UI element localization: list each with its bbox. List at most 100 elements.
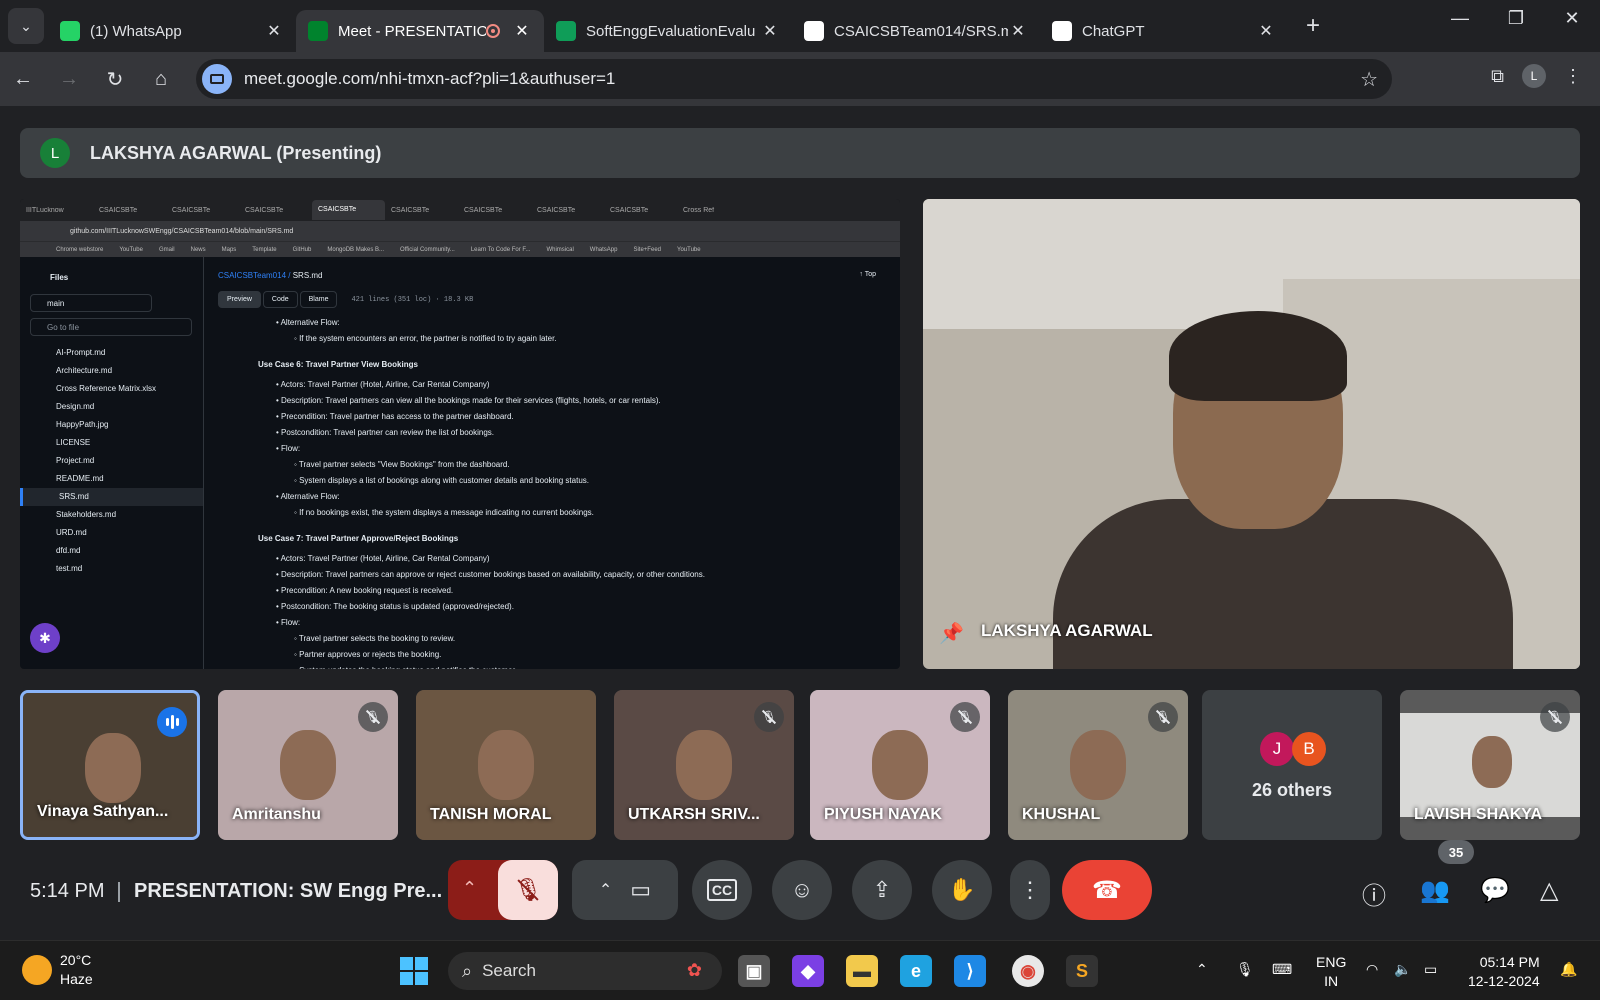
shared-bookmark: Learn To Code For F...	[470, 246, 531, 253]
muted-mic-icon: 🎙	[1540, 702, 1570, 732]
participant-name: TANISH MORAL	[430, 806, 552, 823]
minimize-button[interactable]: —	[1432, 8, 1488, 29]
doc-line: Description: Travel partners can approve…	[258, 567, 880, 583]
doc-line: Postcondition: The booking status is upd…	[258, 599, 880, 615]
extensions-icon[interactable]: ⧉	[1491, 66, 1504, 87]
meet-site-icon[interactable]	[202, 64, 232, 94]
forward-button[interactable]: →	[46, 68, 92, 91]
battery-icon[interactable]: ▭	[1424, 961, 1437, 978]
sublime-icon[interactable]: S	[1066, 955, 1098, 987]
pinned-participant-video[interactable]: 📌 LAKSHYA AGARWAL	[923, 199, 1580, 669]
browser-tab-title: (1) WhatsApp	[90, 22, 182, 40]
copilot-icon: ✱	[30, 623, 60, 653]
browser-tab[interactable]: CSAICSBTeam014/SRS.m ✕	[792, 10, 1040, 52]
profile-avatar[interactable]: L	[1522, 64, 1546, 88]
top-link: ↑ Top	[859, 271, 876, 278]
doc-line: Alternative Flow:	[258, 315, 880, 331]
volume-icon[interactable]: 🔈	[1394, 961, 1411, 978]
shared-breadcrumb: CSAICSBTeam014 / SRS.md	[218, 271, 323, 280]
shared-tab: CSAICSBTe	[172, 206, 211, 214]
browser-tab[interactable]: SoftEnggEvaluationEvalu ✕	[544, 10, 792, 52]
temperature: 20°C	[60, 952, 92, 968]
wifi-icon[interactable]: ◠	[1366, 961, 1378, 978]
back-button[interactable]: ←	[0, 68, 46, 91]
windows-start-icon[interactable]	[400, 957, 428, 985]
copilot-taskbar-icon[interactable]: ◆	[792, 955, 824, 987]
camera-toggle-button[interactable]: ▭	[630, 877, 651, 903]
participant-tile[interactable]: Vinaya Sathyan...	[20, 690, 200, 840]
others-tile[interactable]: J B 26 others	[1202, 690, 1382, 840]
doc-line: Precondition: Travel partner has access …	[258, 409, 880, 425]
url-text[interactable]: meet.google.com/nhi-tmxn-acf?pli=1&authu…	[244, 69, 615, 89]
shared-file-tree: Files main Go to file AI-Prompt.md Archit…	[20, 257, 204, 669]
restore-button[interactable]: ❐	[1488, 8, 1544, 29]
chat-icon[interactable]: 💬	[1480, 876, 1510, 905]
taskbar-search[interactable]: ⌕ Search ✿	[448, 952, 722, 990]
captions-button[interactable]: CC	[692, 860, 752, 920]
language-indicator[interactable]: ENG IN	[1316, 953, 1346, 991]
browser-tab[interactable]: (1) WhatsApp ✕	[48, 10, 296, 52]
participant-tile[interactable]: TANISH MORAL	[416, 690, 596, 840]
doc-line: Partner approves or rejects the booking.	[258, 647, 880, 663]
people-count-badge: 35	[1438, 840, 1474, 864]
more-options-button[interactable]: ⋮	[1010, 860, 1050, 920]
taskbar-clock[interactable]: 05:14 PM 12-12-2024	[1468, 953, 1540, 991]
task-view-icon[interactable]: ▣	[738, 955, 770, 987]
participant-tile[interactable]: 🎙 UTKARSH SRIV...	[614, 690, 794, 840]
windows-taskbar: 20°C Haze ⌕ Search ✿ ▣ ◆ ▬ e ⟩ ◉ S ⌃ 🎙 ⌨ …	[0, 940, 1600, 1000]
close-tab-icon[interactable]: ✕	[1256, 21, 1276, 41]
search-icon: ⌕	[462, 960, 473, 981]
reload-button[interactable]: ↻	[92, 67, 138, 92]
file-tree-item: SRS.md	[20, 488, 203, 506]
vscode-icon[interactable]: ⟩	[954, 955, 986, 987]
meeting-info-icon[interactable]: ⓘ	[1362, 876, 1386, 911]
code-tab: Code	[262, 291, 298, 308]
chrome-icon[interactable]: ◉	[1012, 955, 1044, 987]
close-tab-icon[interactable]: ✕	[264, 21, 284, 41]
address-bar[interactable]: meet.google.com/nhi-tmxn-acf?pli=1&authu…	[196, 59, 1392, 99]
tab-search-button[interactable]: ⌄	[8, 8, 44, 44]
muted-mic-icon: 🎙	[950, 702, 980, 732]
browser-toolbar: ← → ↻ ⌂ meet.google.com/nhi-tmxn-acf?pli…	[0, 52, 1600, 106]
close-tab-icon[interactable]: ✕	[512, 21, 532, 41]
browser-tab-title: Meet - PRESENTATIO	[338, 22, 486, 40]
file-explorer-icon[interactable]: ▬	[846, 955, 878, 987]
shared-tab: CSAICSBTe	[99, 206, 138, 214]
activities-icon[interactable]: △	[1540, 876, 1558, 905]
participant-tile[interactable]: 🎙 KHUSHAL	[1008, 690, 1188, 840]
participant-tile-lavish[interactable]: 🎙 LAVISH SHAKYA	[1400, 690, 1580, 840]
camera-options-chevron-icon[interactable]: ⌃	[599, 880, 612, 900]
home-button[interactable]: ⌂	[138, 68, 184, 91]
file-tree-item: test.md	[56, 564, 83, 573]
mic-toggle-button[interactable]: 🎙	[498, 860, 558, 920]
notifications-icon[interactable]: 🔔	[1560, 961, 1577, 978]
bookmark-star-icon[interactable]: ☆	[1360, 67, 1378, 92]
files-heading: Files	[50, 273, 69, 282]
keyboard-tray-icon[interactable]: ⌨	[1272, 961, 1292, 978]
raise-hand-button[interactable]: ✋	[932, 860, 992, 920]
pinned-participant-name: LAKSHYA AGARWAL	[981, 621, 1153, 640]
others-avatar-j: J	[1260, 732, 1294, 766]
weather-widget[interactable]: 20°C Haze	[22, 951, 93, 989]
pin-icon[interactable]: 📌	[939, 621, 964, 646]
present-button[interactable]: ⇪	[852, 860, 912, 920]
people-icon[interactable]: 👥	[1420, 876, 1450, 905]
browser-menu-icon[interactable]: ⋮	[1564, 66, 1582, 87]
close-tab-icon[interactable]: ✕	[1008, 21, 1028, 41]
emoji-button[interactable]: ☺	[772, 860, 832, 920]
tray-overflow-icon[interactable]: ⌃	[1196, 961, 1208, 978]
mic-options-chevron-icon[interactable]: ⌃	[462, 878, 477, 899]
participant-name: Vinaya Sathyan...	[37, 803, 169, 820]
participant-tile[interactable]: 🎙 Amritanshu	[218, 690, 398, 840]
close-window-button[interactable]: ✕	[1544, 8, 1600, 29]
browser-tab[interactable]: ChatGPT ✕	[1040, 10, 1288, 52]
close-tab-icon[interactable]: ✕	[760, 21, 780, 41]
doc-line: Alternative Flow:	[258, 489, 880, 505]
browser-tab[interactable]: Meet - PRESENTATIO ✕	[296, 10, 544, 52]
microphone-tray-icon[interactable]: 🎙	[1236, 961, 1254, 978]
edge-icon[interactable]: e	[900, 955, 932, 987]
new-tab-button[interactable]: +	[1306, 12, 1320, 40]
participant-tile[interactable]: 🎙 PIYUSH NAYAK	[810, 690, 990, 840]
leave-call-button[interactable]: ☎	[1062, 860, 1152, 920]
shared-address-bar: github.com/IIITLucknowSWEngg/CSAICSBTeam…	[20, 221, 900, 241]
